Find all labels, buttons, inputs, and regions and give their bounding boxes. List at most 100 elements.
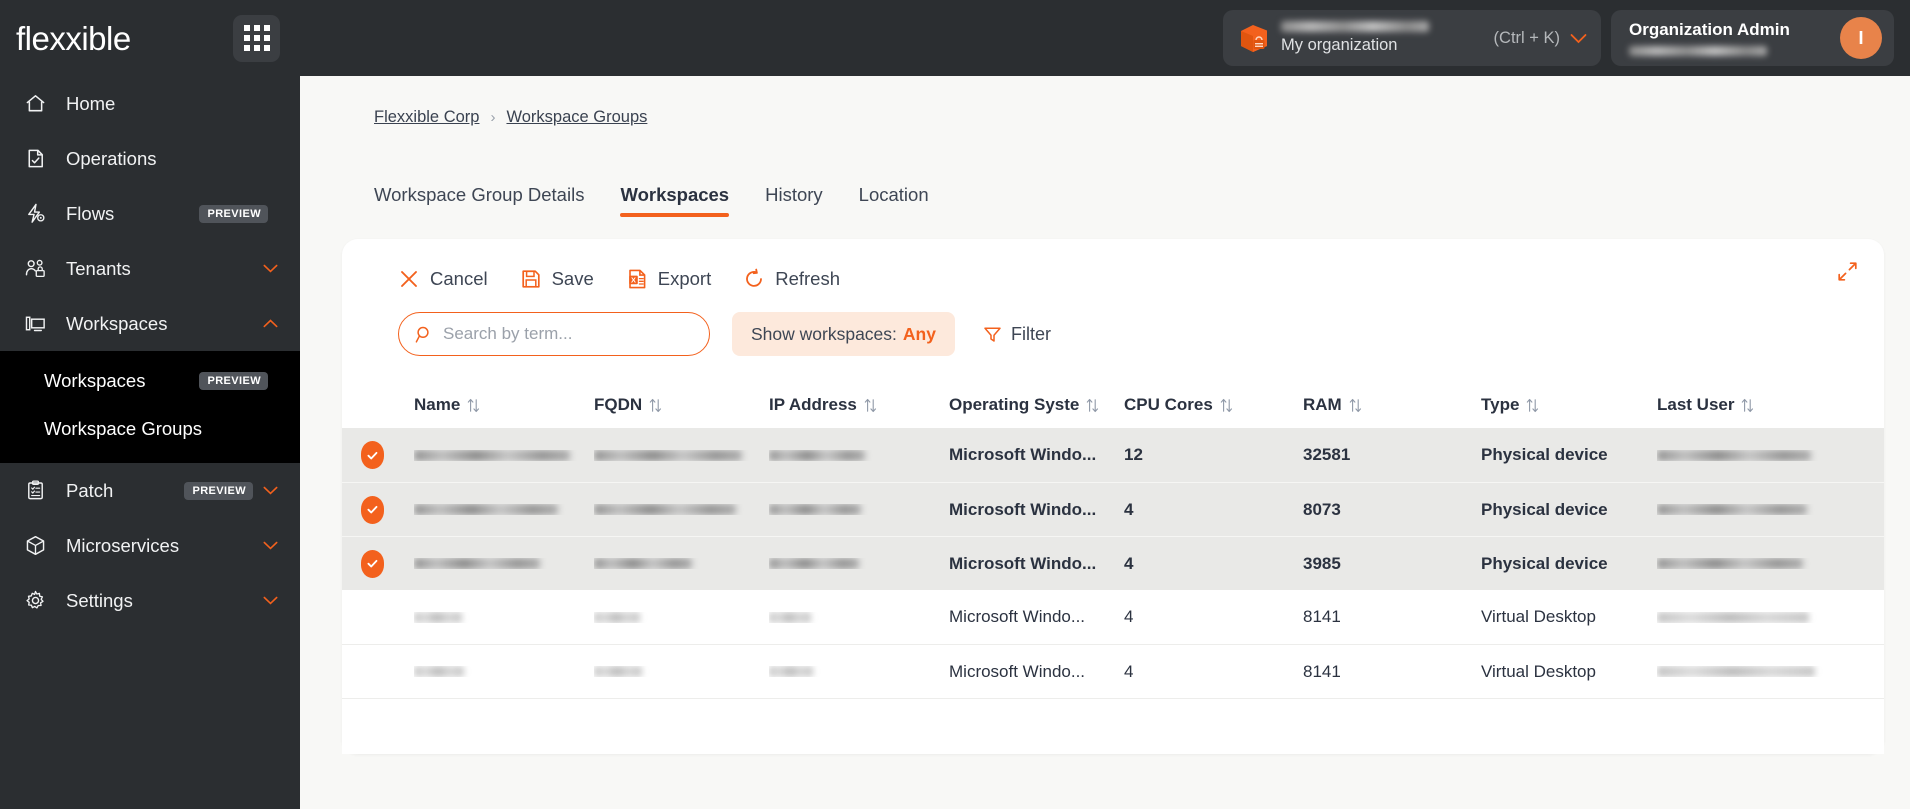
expand-arrows-icon[interactable] <box>1837 261 1858 282</box>
refresh-button[interactable]: Refresh <box>743 268 840 290</box>
check-icon <box>367 559 378 568</box>
sidebar-item-microservices[interactable]: Microservices <box>0 518 300 573</box>
search-input[interactable] <box>443 324 693 344</box>
row-checkbox-checked[interactable] <box>361 441 384 469</box>
refresh-label: Refresh <box>775 268 841 289</box>
last-user-redacted <box>1657 666 1815 677</box>
sort-updown-icon <box>649 398 662 412</box>
application-window: flexxible My organization (Ctrl + K) Org… <box>0 0 1910 809</box>
sidebar-subitem-workspaces[interactable]: Workspaces PREVIEW <box>0 357 300 405</box>
sidebar-item-flows[interactable]: Flows PREVIEW <box>0 186 300 241</box>
row-select-cell[interactable] <box>361 549 414 578</box>
chevron-down-icon[interactable] <box>263 596 278 605</box>
name-redacted <box>414 504 558 515</box>
ip-redacted <box>769 449 865 461</box>
chevron-down-icon[interactable] <box>1570 33 1587 44</box>
save-button[interactable]: Save <box>520 268 594 290</box>
row-select-cell[interactable] <box>361 495 414 524</box>
tab-history[interactable]: History <box>765 184 823 217</box>
breadcrumb-item-root[interactable]: Flexxible Corp <box>374 108 479 127</box>
sort-updown-icon <box>468 398 480 412</box>
cell-operating-system: Microsoft Windo... <box>949 445 1097 464</box>
column-header-fqdn[interactable]: FQDN <box>594 395 769 415</box>
table-row-partial[interactable] <box>342 698 1884 754</box>
column-header-operating-system[interactable]: Operating Syste <box>949 395 1124 415</box>
organization-selector[interactable]: My organization (Ctrl + K) <box>1223 10 1601 66</box>
column-header-name[interactable]: Name <box>414 395 594 415</box>
sidebar-item-home[interactable]: Home <box>0 76 300 131</box>
column-header-last-user[interactable]: Last User <box>1657 395 1884 415</box>
column-label: RAM <box>1303 395 1342 414</box>
row-checkbox-checked[interactable] <box>361 495 384 524</box>
cancel-label: Cancel <box>430 268 488 289</box>
workspace-monitor-icon <box>25 316 45 332</box>
cell-operating-system: Microsoft Windo... <box>949 499 1097 519</box>
cell-type: Physical device <box>1481 499 1608 519</box>
sidebar-item-tenants[interactable]: Tenants <box>0 241 300 296</box>
column-label: Last User <box>1657 395 1735 414</box>
breadcrumb-separator: › <box>490 109 496 126</box>
sidebar-subitem-label: Workspaces <box>44 370 146 391</box>
sidebar-item-patch[interactable]: Patch PREVIEW <box>0 463 300 518</box>
sort-updown-icon <box>864 398 876 412</box>
cell-last-user <box>1657 611 1884 623</box>
name-redacted <box>414 558 540 569</box>
cell-last-user <box>1657 449 1884 461</box>
cell-type: Virtual Desktop <box>1481 607 1596 626</box>
table-row[interactable]: Microsoft Windo... 12 32581 Physical dev… <box>342 428 1884 482</box>
breadcrumb: Flexxible Corp › Workspace Groups <box>300 76 1910 127</box>
column-header-cpu-cores[interactable]: CPU Cores <box>1124 395 1303 415</box>
sidebar-item-operations[interactable]: Operations <box>0 131 300 186</box>
sidebar-item-settings[interactable]: Settings <box>0 573 300 628</box>
sidebar-subitem-workspace-groups[interactable]: Workspace Groups <box>0 405 300 453</box>
table-row[interactable]: Microsoft Windo... 4 8141 Virtual Deskto… <box>342 644 1884 698</box>
export-button[interactable]: X Export <box>626 268 711 290</box>
chevron-down-icon[interactable] <box>263 486 278 495</box>
tab-bar: Workspace Group Details Workspaces Histo… <box>300 175 1910 217</box>
cancel-button[interactable]: Cancel <box>398 268 488 290</box>
user-role-label: Organization Admin <box>1629 20 1790 40</box>
chevron-down-icon[interactable] <box>263 264 278 273</box>
apps-grid-button[interactable] <box>233 14 280 62</box>
table-row[interactable]: Microsoft Windo... 4 8073 Physical devic… <box>342 482 1884 536</box>
sidebar-item-label: Settings <box>66 589 133 611</box>
column-header-type[interactable]: Type <box>1481 395 1657 415</box>
column-header-ip-address[interactable]: IP Address <box>769 395 949 415</box>
cell-fqdn <box>594 504 769 515</box>
user-name-redacted <box>1629 45 1767 56</box>
sort-updown-icon <box>1220 398 1232 412</box>
sort-updown-icon <box>1527 398 1539 412</box>
last-user-redacted <box>1657 504 1807 515</box>
preview-badge: PREVIEW <box>199 204 268 223</box>
table-row[interactable]: Microsoft Windo... 4 3985 Physical devic… <box>342 536 1884 590</box>
tab-workspaces[interactable]: Workspaces <box>620 184 729 217</box>
chevron-down-icon[interactable] <box>263 541 278 550</box>
last-user-redacted <box>1657 449 1811 461</box>
brand-logo[interactable]: flexxible <box>0 22 215 55</box>
preview-badge: PREVIEW <box>199 372 268 390</box>
clipboard-list-icon <box>28 480 43 500</box>
cell-ram: 3985 <box>1303 553 1341 573</box>
tab-workspace-group-details[interactable]: Workspace Group Details <box>374 184 584 217</box>
brand-logo-text: flexxible <box>16 19 131 57</box>
chevron-up-icon[interactable] <box>263 319 278 328</box>
search-box[interactable] <box>398 312 710 356</box>
close-x-icon <box>401 271 417 287</box>
avatar[interactable]: I <box>1840 17 1882 59</box>
fqdn-redacted <box>594 666 642 677</box>
show-workspaces-filter[interactable]: Show workspaces: Any <box>732 312 955 356</box>
sidebar-item-workspaces[interactable]: Workspaces <box>0 296 300 351</box>
tab-location[interactable]: Location <box>859 184 929 217</box>
filter-button[interactable]: Filter <box>983 324 1051 345</box>
row-select-cell[interactable] <box>361 441 414 469</box>
save-label: Save <box>551 268 594 289</box>
row-checkbox-checked[interactable] <box>361 549 384 578</box>
user-account-chip[interactable]: Organization Admin I <box>1611 10 1894 66</box>
apps-grid-icon <box>243 25 270 51</box>
cell-operating-system: Microsoft Windo... <box>949 553 1097 573</box>
column-header-ram[interactable]: RAM <box>1303 395 1481 415</box>
table-row[interactable]: Microsoft Windo... 4 8141 Virtual Deskto… <box>342 590 1884 644</box>
breadcrumb-item-current[interactable]: Workspace Groups <box>506 108 647 127</box>
sidebar-item-label: Tenants <box>66 257 131 279</box>
export-label: Export <box>657 268 712 289</box>
